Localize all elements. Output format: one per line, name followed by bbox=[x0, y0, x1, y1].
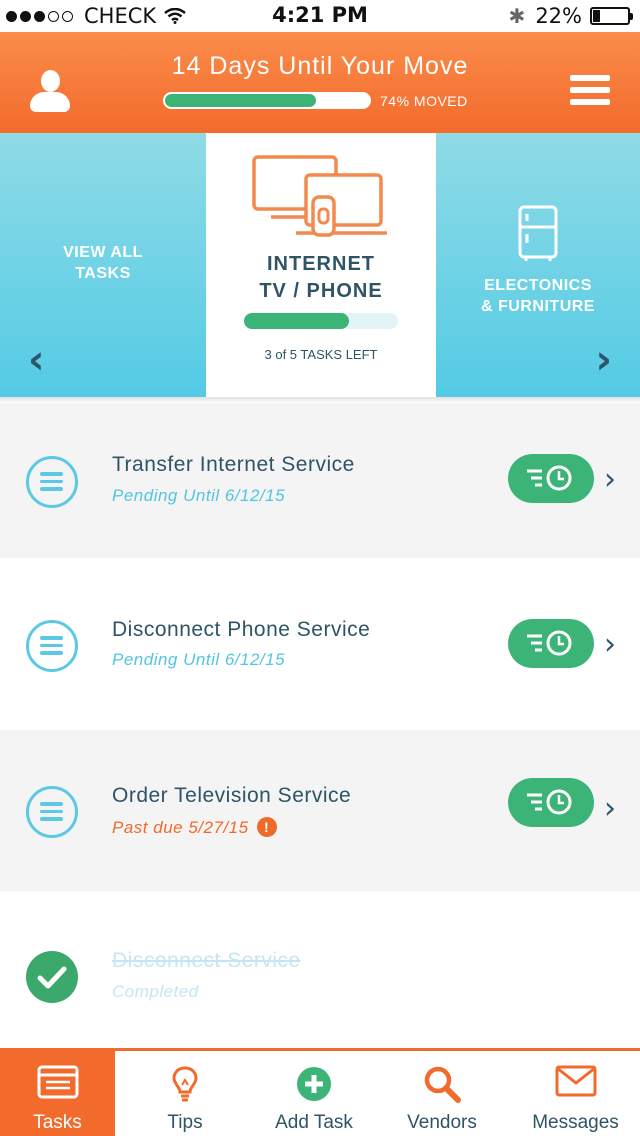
tab-add-task-label: Add Task bbox=[275, 1112, 353, 1133]
task-row[interactable]: Order Television Service Past due 5/27/1… bbox=[0, 730, 640, 891]
category-progress-fill bbox=[244, 313, 349, 329]
task-list-icon bbox=[26, 786, 78, 838]
bluetooth-icon: ✱ bbox=[508, 4, 526, 28]
profile-icon[interactable] bbox=[30, 70, 70, 114]
category-current[interactable]: INTERNET TV / PHONE 3 of 5 TASKS LEFT bbox=[206, 133, 436, 397]
task-title: Transfer Internet Service bbox=[112, 453, 355, 476]
category-carousel: VIEW ALL TASKS ‹ INTERNET TV / PHONE 3 o… bbox=[0, 133, 640, 397]
chevron-right-icon[interactable]: › bbox=[604, 630, 616, 660]
tab-bar: Tasks Tips Add Task Vendors Messages bbox=[0, 1048, 640, 1136]
task-status: Completed bbox=[112, 982, 199, 1001]
tasks-icon bbox=[37, 1065, 78, 1099]
battery-level bbox=[593, 10, 601, 22]
status-bar: CHECK 4:21 PM ✱ 22% bbox=[0, 0, 640, 32]
tab-tips-label: Tips bbox=[167, 1112, 203, 1133]
task-list-icon bbox=[26, 620, 78, 672]
tab-vendors[interactable]: Vendors bbox=[373, 1051, 511, 1136]
tab-tasks[interactable]: Tasks bbox=[0, 1051, 115, 1136]
category-view-all[interactable]: VIEW ALL TASKS ‹ bbox=[0, 133, 206, 397]
chevron-right-icon[interactable]: › bbox=[604, 465, 616, 495]
battery-group: ✱ 22% bbox=[508, 4, 633, 28]
snooze-button[interactable] bbox=[508, 778, 594, 827]
snooze-clock-icon bbox=[527, 789, 572, 815]
envelope-icon bbox=[555, 1065, 596, 1097]
category-view-all-label: VIEW ALL TASKS bbox=[63, 244, 143, 282]
alert-icon: ! bbox=[256, 817, 277, 837]
chevron-left-icon[interactable]: ‹ bbox=[28, 340, 44, 380]
task-row[interactable]: Disconnect Service Completed bbox=[0, 891, 640, 1048]
refrigerator-icon bbox=[518, 205, 558, 261]
checkmark-icon[interactable] bbox=[26, 951, 78, 1003]
hamburger-menu-icon[interactable] bbox=[570, 75, 610, 111]
category-progress-bar bbox=[244, 313, 398, 329]
tab-add-task[interactable]: Add Task bbox=[255, 1051, 373, 1136]
task-row[interactable]: Disconnect Phone Service Pending Until 6… bbox=[0, 558, 640, 730]
battery-icon bbox=[590, 7, 633, 25]
tab-tasks-label: Tasks bbox=[33, 1112, 82, 1133]
task-title: Order Television Service bbox=[112, 784, 352, 807]
move-progress-fill bbox=[165, 94, 316, 107]
snooze-button[interactable] bbox=[508, 454, 594, 503]
tab-messages-label: Messages bbox=[532, 1112, 619, 1133]
tab-vendors-label: Vendors bbox=[407, 1112, 477, 1133]
move-progress-bar bbox=[163, 92, 371, 109]
category-title: INTERNET TV / PHONE bbox=[259, 253, 383, 302]
task-title: Disconnect Service bbox=[112, 949, 301, 972]
category-electronics-label: ELECTONICS & FURNITURE bbox=[481, 277, 595, 315]
battery-percent: 22% bbox=[535, 4, 582, 28]
move-progress-label: 74% MOVED bbox=[380, 93, 468, 109]
app-header: 14 Days Until Your Move 74% MOVED bbox=[0, 32, 640, 133]
tab-messages[interactable]: Messages bbox=[511, 1051, 640, 1136]
lightbulb-icon bbox=[172, 1066, 198, 1102]
task-row[interactable]: Transfer Internet Service Pending Until … bbox=[0, 403, 640, 558]
snooze-clock-icon bbox=[527, 465, 572, 491]
search-icon bbox=[424, 1066, 461, 1103]
chevron-right-icon[interactable]: › bbox=[596, 340, 612, 380]
snooze-button[interactable] bbox=[508, 619, 594, 668]
tab-tips[interactable]: Tips bbox=[115, 1051, 255, 1136]
add-circle-icon bbox=[297, 1067, 331, 1101]
task-status-text: Past due 5/27/15 bbox=[112, 818, 249, 837]
task-status: Pending Until 6/12/15 bbox=[112, 486, 286, 505]
task-status: Past due 5/27/15! bbox=[112, 817, 277, 838]
category-electronics-furniture[interactable]: ELECTONICS & FURNITURE › bbox=[436, 133, 640, 397]
task-status: Pending Until 6/12/15 bbox=[112, 650, 286, 669]
task-title: Disconnect Phone Service bbox=[112, 618, 371, 641]
chevron-right-icon[interactable]: › bbox=[604, 794, 616, 824]
page-title: 14 Days Until Your Move bbox=[171, 52, 469, 80]
task-list-icon bbox=[26, 456, 78, 508]
devices-icon bbox=[252, 155, 387, 237]
snooze-clock-icon bbox=[527, 630, 572, 656]
category-tasks-left: 3 of 5 TASKS LEFT bbox=[264, 347, 378, 362]
